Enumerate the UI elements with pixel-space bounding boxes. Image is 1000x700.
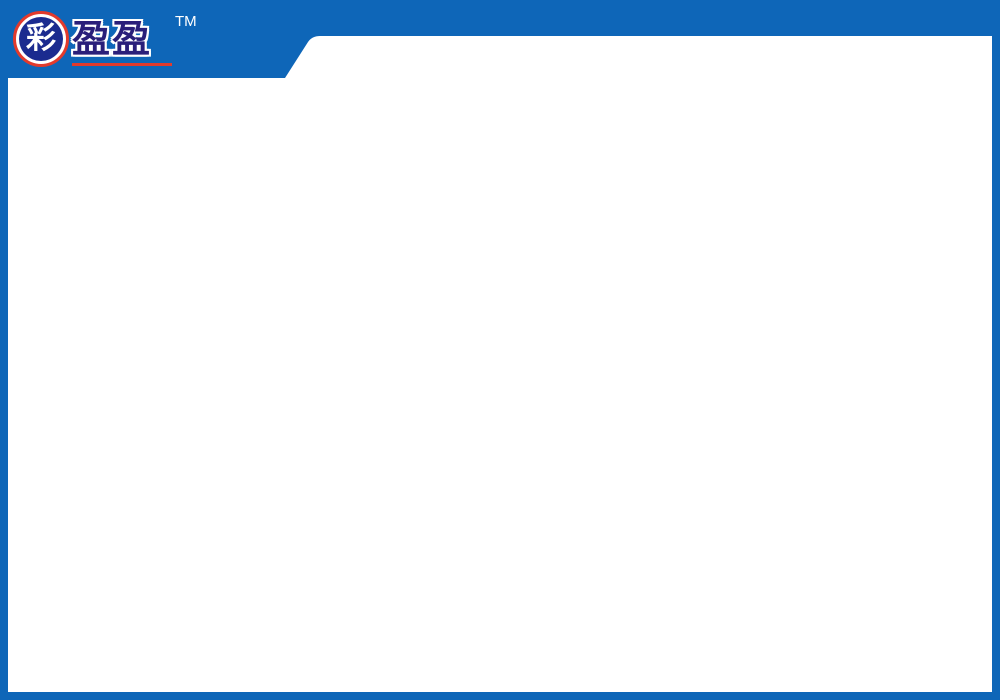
logo-emblem-icon: 彩: [13, 11, 69, 67]
brand-logo: 彩 盈盈 TM: [10, 10, 200, 70]
logo-emblem-char: 彩: [19, 17, 63, 61]
trademark-symbol: TM: [175, 13, 197, 30]
content-panel: [8, 78, 992, 692]
logo-wordmark: 盈盈: [72, 16, 153, 61]
logo-underline: [72, 63, 172, 66]
